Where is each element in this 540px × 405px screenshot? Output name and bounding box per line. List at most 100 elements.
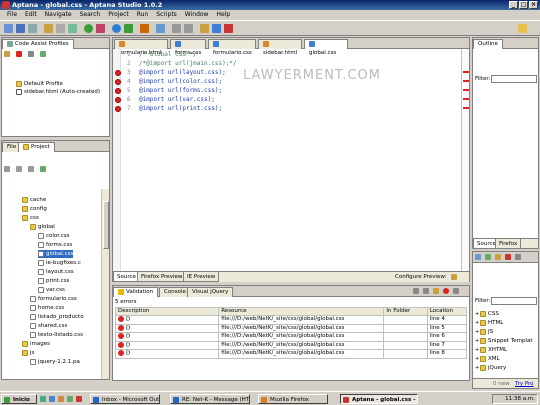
- perspective-icon[interactable]: [518, 24, 527, 33]
- back-icon[interactable]: [4, 166, 10, 172]
- tree-item[interactable]: home.css: [30, 304, 64, 312]
- open-folder-icon[interactable]: [44, 24, 53, 33]
- error-marker-icon[interactable]: [115, 70, 121, 76]
- tree-item[interactable]: color.css: [38, 232, 70, 240]
- tab-outline-firefox[interactable]: Firefox: [495, 239, 522, 249]
- menu-file[interactable]: File: [3, 10, 21, 20]
- tree-item[interactable]: layout.css: [38, 268, 74, 276]
- table-row[interactable]: Dfile:///D:/web/NetK/_site/css/global/gl…: [114, 323, 468, 333]
- tree-item[interactable]: config: [22, 205, 47, 213]
- code-line[interactable]: /* Global CSS */: [139, 51, 197, 59]
- stop-icon[interactable]: [140, 24, 149, 33]
- preview-settings-icon[interactable]: [451, 274, 457, 280]
- scroll-thumb[interactable]: [103, 201, 109, 249]
- delete-profile-icon[interactable]: [16, 51, 22, 57]
- snippets-filter-input[interactable]: [491, 297, 537, 305]
- table-row[interactable]: Dfile:///D:/web/NetK/_site/css/global/gl…: [114, 315, 468, 325]
- ie-icon[interactable]: [212, 24, 221, 33]
- snippets-icon[interactable]: [475, 254, 481, 260]
- menu-scripts[interactable]: Scripts: [152, 10, 181, 20]
- run-icon[interactable]: [84, 24, 93, 33]
- tab-code-assist[interactable]: Code Assist Profiles: [2, 39, 74, 49]
- new-icon[interactable]: [4, 24, 13, 33]
- quick-launch-icon[interactable]: [76, 396, 82, 402]
- editor-mode-tab[interactable]: Firefox Preview: [137, 272, 187, 282]
- forward-icon[interactable]: [16, 166, 22, 172]
- snippet-category[interactable]: + HTML: [475, 319, 503, 327]
- editor-tab[interactable]: global.css: [304, 39, 348, 56]
- error-marker-icon[interactable]: [115, 79, 121, 85]
- editor-tab[interactable]: forms.css: [170, 39, 206, 56]
- editor-mode-tab[interactable]: IE Preview: [183, 272, 220, 282]
- try-pro-link[interactable]: Try Pro: [515, 380, 534, 388]
- tree-item[interactable]: texto-listado.css: [30, 331, 83, 339]
- menu-edit[interactable]: Edit: [21, 10, 41, 20]
- tree-item[interactable]: css: [22, 214, 39, 222]
- error-overview-mark[interactable]: [463, 89, 469, 91]
- validation-tab[interactable]: Visual jQuery: [187, 287, 234, 297]
- tree-item[interactable]: forms.css: [38, 241, 72, 249]
- more-icon[interactable]: [515, 254, 521, 260]
- code-line[interactable]: @import url(layout.css);: [139, 69, 226, 77]
- save-icon[interactable]: [16, 24, 25, 33]
- filter-icon[interactable]: [423, 288, 429, 294]
- error-overview-mark[interactable]: [463, 98, 469, 100]
- references-icon[interactable]: [495, 254, 501, 260]
- scrollbar[interactable]: [101, 189, 109, 379]
- taskbar-button[interactable]: Mozilla Firefox: [258, 394, 328, 404]
- code-line[interactable]: @import url(color.css);: [139, 78, 222, 86]
- firefox-icon[interactable]: [200, 24, 209, 33]
- quick-launch-icon[interactable]: [67, 396, 73, 402]
- stop-icon[interactable]: [443, 288, 449, 294]
- tree-item[interactable]: ie-bugfixes.c: [38, 259, 81, 267]
- configure-preview-label[interactable]: Configure Preview:: [395, 273, 446, 281]
- play-icon[interactable]: [124, 24, 133, 33]
- error-overview-mark[interactable]: [463, 71, 469, 73]
- menu-project[interactable]: Project: [104, 10, 133, 20]
- code-line[interactable]: @import url(forms.css);: [139, 87, 222, 95]
- error-marker-icon[interactable]: [115, 97, 121, 103]
- outline-filter-input[interactable]: [491, 75, 537, 83]
- column-header[interactable]: Location: [426, 307, 468, 316]
- start-button[interactable]: Inicio: [1, 394, 37, 404]
- close-button[interactable]: ×: [529, 1, 538, 9]
- tree-item[interactable]: js: [22, 349, 34, 357]
- column-header[interactable]: Resource: [218, 307, 385, 316]
- editor-tab[interactable]: formulario.html: [114, 39, 168, 56]
- profile-default[interactable]: Default Profile: [16, 80, 63, 88]
- tree-item[interactable]: images: [22, 340, 50, 348]
- table-row[interactable]: Dfile:///D:/web/NetK/_site/css/global/gl…: [114, 332, 468, 342]
- help-icon[interactable]: [505, 254, 511, 260]
- code-line[interactable]: @import url(print.css);: [139, 105, 222, 113]
- error-overview-mark[interactable]: [463, 107, 469, 109]
- up-icon[interactable]: [28, 166, 34, 172]
- snippet-category[interactable]: + XHTML: [475, 346, 507, 354]
- tab-outline[interactable]: Outline: [473, 39, 503, 49]
- menu-search[interactable]: Search: [76, 10, 105, 20]
- snippet-category[interactable]: + Snippet Templat: [475, 337, 533, 345]
- forward-icon[interactable]: [184, 24, 193, 33]
- taskbar-button[interactable]: RE: Net-K - Message (HT...: [170, 394, 250, 404]
- refresh-icon[interactable]: [40, 166, 46, 172]
- menu-navigate[interactable]: Navigate: [41, 10, 76, 20]
- snippet-category[interactable]: + jQuery: [475, 364, 506, 372]
- minimize-icon[interactable]: [453, 288, 459, 294]
- tree-item[interactable]: global.css: [38, 250, 74, 258]
- menu-help[interactable]: Help: [212, 10, 234, 20]
- snippet-category[interactable]: + XML: [475, 355, 500, 363]
- refresh-icon[interactable]: [68, 24, 77, 33]
- code-line[interactable]: @import url(var.css);: [139, 96, 215, 104]
- table-row[interactable]: Dfile:///D:/web/NetK/_site/css/global/gl…: [114, 340, 468, 350]
- quick-launch-icon[interactable]: [40, 396, 46, 402]
- tree-item[interactable]: shared.css: [30, 322, 67, 330]
- samples-icon[interactable]: [485, 254, 491, 260]
- tree-item[interactable]: jquery-1.2.1.pa: [30, 358, 80, 366]
- refresh-profile-icon[interactable]: [40, 51, 46, 57]
- minimize-button[interactable]: _: [509, 1, 518, 9]
- quick-launch-icon[interactable]: [58, 396, 64, 402]
- search-icon[interactable]: [156, 24, 165, 33]
- tree-item[interactable]: listado_producto: [30, 313, 84, 321]
- view-menu-icon[interactable]: [413, 288, 419, 294]
- edit-profile-icon[interactable]: [28, 51, 34, 57]
- tab-project[interactable]: Project: [18, 142, 55, 152]
